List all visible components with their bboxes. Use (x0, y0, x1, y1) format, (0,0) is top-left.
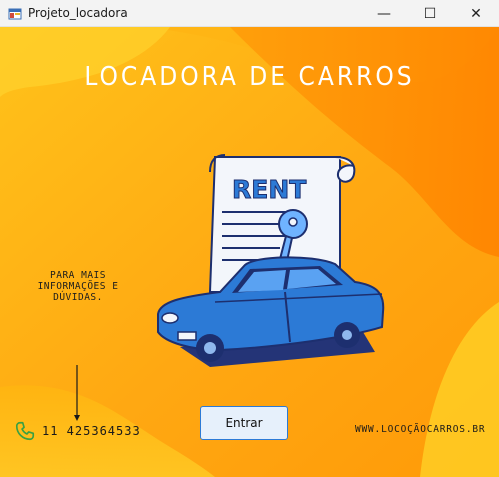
title-bar[interactable]: Projeto_locadora — ☐ ✕ (0, 0, 499, 27)
rent-car-key-illustration: RENT (157, 154, 385, 367)
info-line-3: DÚVIDAS. (53, 292, 103, 303)
form-content: LOCADORA DE CARROS RENT PARA MAIS INFORM… (0, 27, 499, 477)
phone-icon (15, 421, 35, 441)
phone-contact: 11 425364533 (14, 420, 141, 442)
info-text: PARA MAIS INFORMAÇÕES E DÚVIDAS. (28, 270, 128, 303)
maximize-button[interactable]: ☐ (407, 0, 453, 27)
info-line-1: PARA MAIS (50, 270, 106, 281)
app-window: Projeto_locadora — ☐ ✕ LOCADORA DE CARRO… (0, 0, 499, 477)
app-window-icon (8, 6, 22, 20)
minimize-button[interactable]: — (361, 0, 407, 27)
page-title: LOCADORA DE CARROS (84, 62, 415, 92)
rent-label: RENT (232, 175, 306, 204)
phone-number: 11 425364533 (42, 424, 141, 438)
website-link: WWW.LOCOÇÃOCARROS.BR (355, 424, 486, 435)
window-title: Projeto_locadora (28, 6, 128, 20)
info-line-2: INFORMAÇÕES E (37, 281, 119, 292)
close-button[interactable]: ✕ (453, 0, 499, 27)
enter-button[interactable]: Entrar (200, 406, 288, 440)
arrow-down-icon (74, 365, 80, 421)
